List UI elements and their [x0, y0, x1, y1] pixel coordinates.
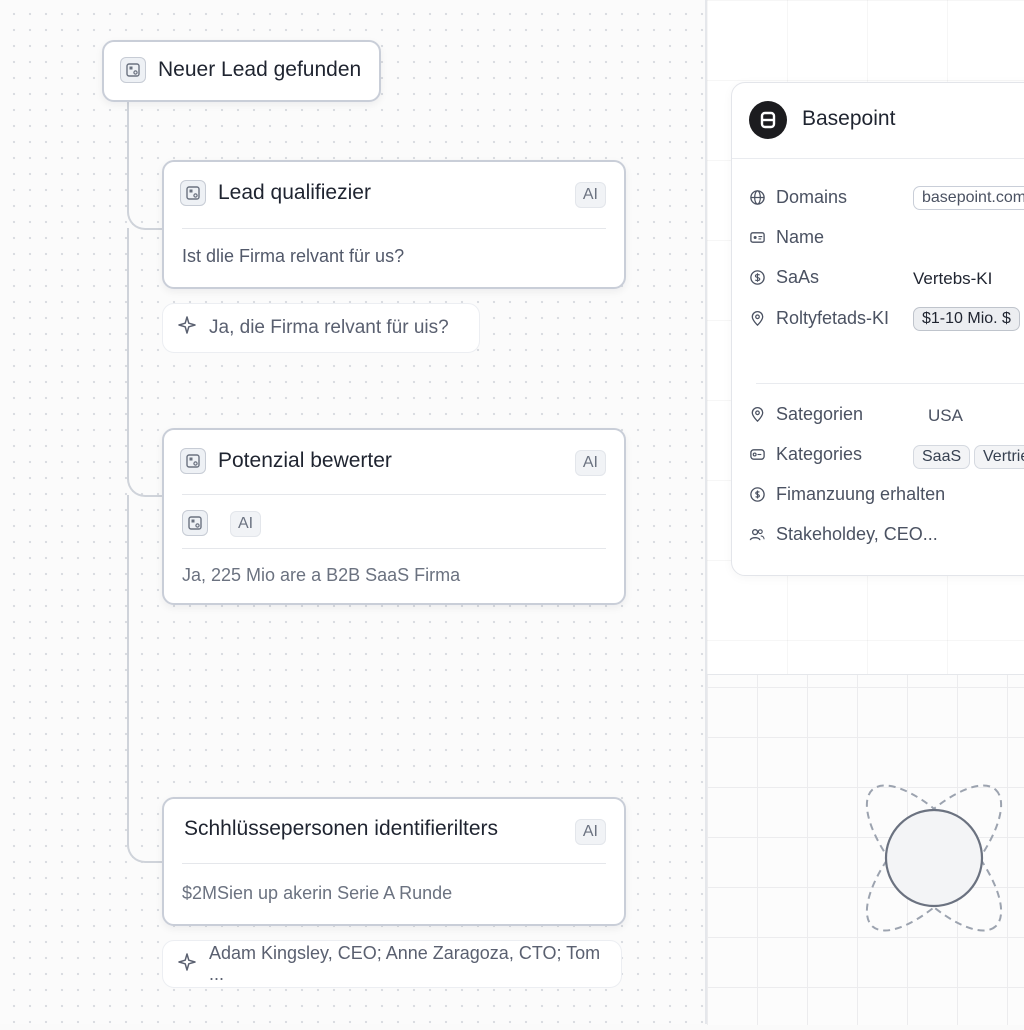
ai-badge: AI — [574, 819, 606, 845]
card-divider — [756, 383, 1024, 384]
node-icon — [180, 448, 206, 474]
sparkle-icon — [177, 952, 197, 977]
node-icon — [180, 180, 206, 206]
potential-result: Ja, 225 Mio are a B2B SaaS Firma — [182, 565, 461, 585]
stakeholders-node[interactable]: Schhlüssepersonen identifierilters AI $2… — [162, 797, 626, 926]
orbit-illustration — [865, 784, 1003, 932]
preview-grid — [707, 674, 1024, 1025]
field-kategories: Kategories — [748, 444, 862, 465]
field-stakeholders: Stakeholdey, CEO... — [748, 524, 938, 545]
tag-icon — [748, 446, 766, 464]
category-tag-sales: Vertrieb — [974, 445, 1024, 469]
company-name: Basepoint — [802, 107, 896, 130]
node-divider — [182, 228, 606, 229]
card-divider — [732, 158, 1024, 159]
trigger-node[interactable]: Neuer Lead gefunden — [102, 40, 381, 102]
qualify-answer[interactable]: Ja, die Firma relvant für uis? — [162, 303, 480, 353]
users-icon — [748, 526, 766, 544]
location-pin-icon — [748, 310, 766, 328]
ai-badge: AI — [230, 511, 262, 537]
ai-badge: AI — [574, 182, 606, 208]
field-domains: Domains — [748, 187, 847, 208]
qualify-question: Ist dlie Firma relvant für us? — [182, 246, 405, 266]
stakeholders-result: $2MSien up akerin Serie A Runde — [182, 883, 453, 903]
globe-icon — [748, 189, 766, 207]
node-divider — [182, 548, 606, 549]
node-icon — [120, 57, 146, 83]
connector-stakeholders — [127, 495, 165, 863]
field-saas: SaAs — [748, 267, 819, 288]
field-categories: Sategorien — [748, 404, 863, 425]
qualify-answer-text: Ja, die Firma relvant für uis? — [209, 317, 449, 338]
stakeholders-answer[interactable]: Adam Kingsley, CEO; Anne Zaragoza, CTO; … — [162, 940, 622, 988]
stakeholders-answer-text: Adam Kingsley, CEO; Anne Zaragoza, CTO; … — [209, 943, 601, 984]
sparkle-icon — [177, 315, 197, 341]
connector-qualify — [127, 100, 165, 230]
ai-badge: AI — [574, 450, 606, 476]
field-name: Name — [748, 227, 824, 248]
dollar-icon — [748, 269, 766, 287]
domain-value[interactable]: basepoint.com — [913, 186, 1024, 210]
stakeholders-title: Schhlüssepersonen identifierilters — [184, 817, 499, 840]
qualify-title: Lead qualifiezier — [218, 181, 371, 204]
potential-node[interactable]: Potenzial bewerter AI AI Ja, 225 Mio are… — [162, 428, 626, 605]
node-divider — [182, 863, 606, 864]
qualify-node[interactable]: Lead qualifiezier AI Ist dlie Firma relv… — [162, 160, 626, 289]
node-icon — [182, 510, 208, 536]
field-revenue: Roltyfetads-KI — [748, 308, 889, 329]
potential-title: Potenzial bewerter — [218, 449, 392, 472]
node-divider — [182, 494, 606, 495]
country-value: USA — [928, 406, 963, 425]
company-card[interactable]: Basepoint Domains Name SaAs Roltyfetads-… — [731, 82, 1024, 576]
revenue-value: $1-10 Mio. $ — [913, 307, 1020, 331]
basepoint-logo-icon — [749, 101, 787, 139]
saas-value: Vertebs-KI — [913, 269, 993, 288]
location-pin-icon — [748, 406, 766, 424]
category-tag-saas: SaaS — [913, 445, 971, 469]
coin-icon — [748, 486, 766, 504]
id-card-icon — [748, 229, 766, 247]
field-funding: Fimanzuung erhalten — [748, 484, 945, 505]
trigger-label: Neuer Lead gefunden — [158, 58, 362, 81]
connector-potential — [127, 228, 165, 497]
